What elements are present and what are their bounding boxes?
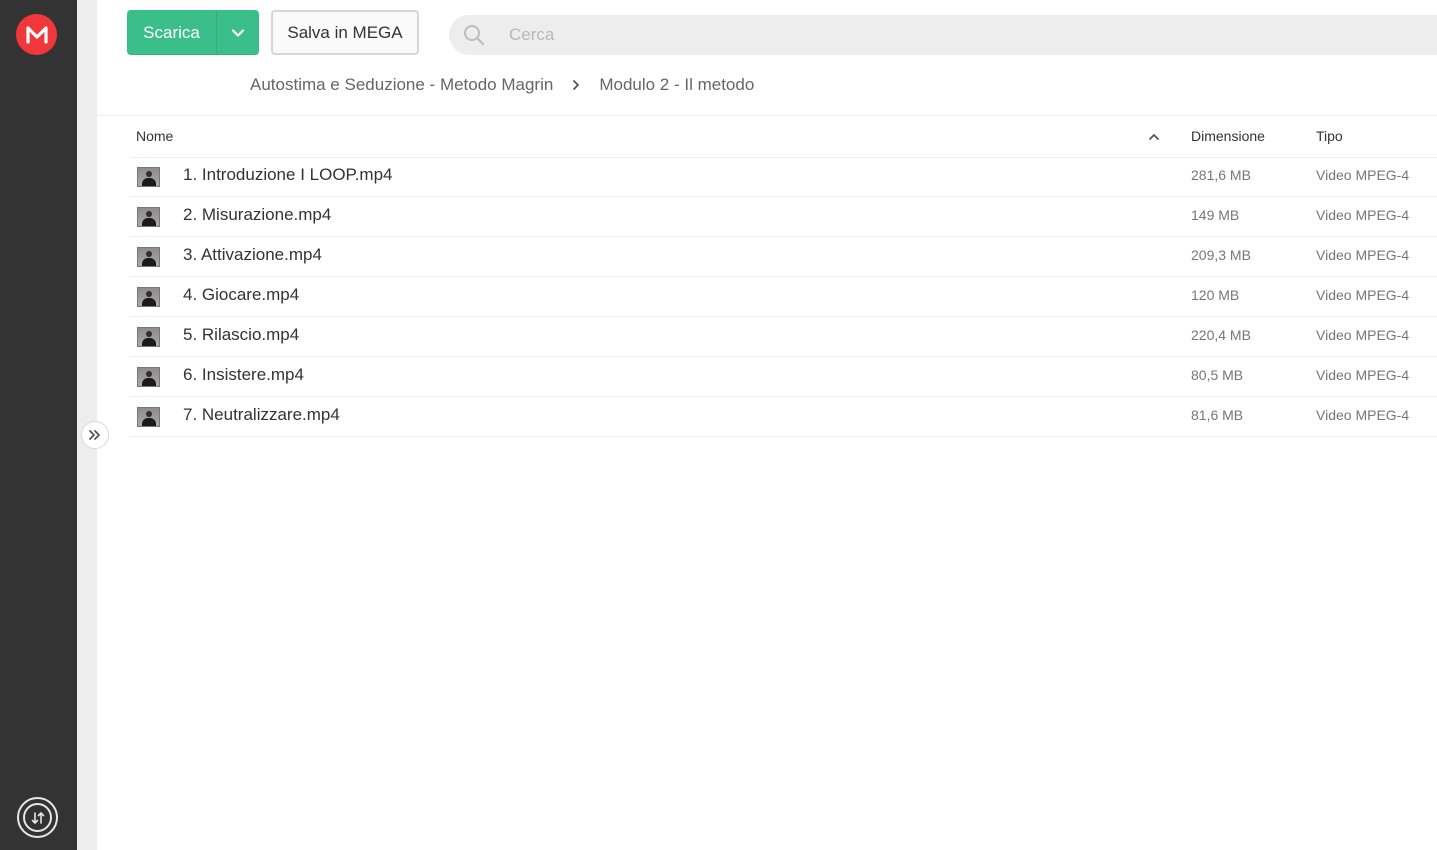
file-size: 80,5 MB: [1191, 367, 1244, 383]
file-type: Video MPEG-4: [1316, 167, 1410, 183]
file-type: Video MPEG-4: [1316, 407, 1410, 423]
file-name: 6. Insistere.mp4: [183, 365, 304, 384]
table-row[interactable]: 7. Neutralizzare.mp4 81,6 MB Video MPEG-…: [130, 397, 1437, 437]
file-size: 281,6 MB: [1191, 167, 1251, 183]
transfers-icon: [23, 803, 52, 832]
file-name: 2. Misurazione.mp4: [183, 205, 332, 224]
column-header-size[interactable]: Dimensione: [1191, 128, 1265, 144]
double-chevron-right-icon: [89, 430, 100, 440]
expand-sidebar-button[interactable]: [81, 421, 109, 449]
file-name: 5. Rilascio.mp4: [183, 325, 300, 344]
video-thumbnail-icon: [137, 167, 160, 187]
file-size: 209,3 MB: [1191, 247, 1251, 263]
transfers-button[interactable]: [17, 797, 58, 838]
table-row[interactable]: 2. Misurazione.mp4 149 MB Video MPEG-4: [130, 197, 1437, 237]
table-row[interactable]: 6. Insistere.mp4 80,5 MB Video MPEG-4: [130, 357, 1437, 397]
download-button[interactable]: Scarica: [127, 10, 259, 55]
video-thumbnail-icon: [137, 327, 160, 347]
file-type: Video MPEG-4: [1316, 247, 1410, 263]
download-button-label[interactable]: Scarica: [127, 10, 216, 55]
search-input[interactable]: [509, 15, 1409, 55]
video-thumbnail-icon: [137, 407, 160, 427]
file-type: Video MPEG-4: [1316, 207, 1410, 223]
video-thumbnail-icon: [137, 207, 160, 227]
breadcrumb-item-current[interactable]: Modulo 2 - Il metodo: [599, 75, 754, 95]
file-type: Video MPEG-4: [1316, 287, 1410, 303]
file-type: Video MPEG-4: [1316, 327, 1410, 343]
mega-logo-icon[interactable]: [16, 14, 57, 55]
table-header: Nome Dimensione Tipo: [130, 116, 1437, 158]
video-thumbnail-icon: [137, 247, 160, 267]
file-list: 1. Introduzione I LOOP.mp4 281,6 MB Vide…: [130, 157, 1437, 437]
file-size: 120 MB: [1191, 287, 1240, 303]
file-type: Video MPEG-4: [1316, 367, 1410, 383]
download-options-button[interactable]: [216, 10, 259, 55]
file-size: 149 MB: [1191, 207, 1240, 223]
breadcrumb: Autostima e Seduzione - Metodo Magrin Mo…: [250, 73, 754, 97]
search-icon: [464, 25, 485, 46]
table-row[interactable]: 1. Introduzione I LOOP.mp4 281,6 MB Vide…: [130, 157, 1437, 197]
sort-ascending-icon[interactable]: [1148, 131, 1160, 143]
file-name: 1. Introduzione I LOOP.mp4: [183, 165, 393, 184]
left-rail: [0, 0, 77, 850]
column-header-type[interactable]: Tipo: [1316, 128, 1343, 144]
column-header-name[interactable]: Nome: [136, 128, 173, 144]
file-size: 220,4 MB: [1191, 327, 1251, 343]
table-row[interactable]: 4. Giocare.mp4 120 MB Video MPEG-4: [130, 277, 1437, 317]
table-row[interactable]: 3. Attivazione.mp4 209,3 MB Video MPEG-4: [130, 237, 1437, 277]
save-to-mega-button[interactable]: Salva in MEGA: [271, 10, 419, 55]
video-thumbnail-icon: [137, 367, 160, 387]
file-name: 4. Giocare.mp4: [183, 285, 300, 304]
file-size: 81,6 MB: [1191, 407, 1244, 423]
chevron-right-icon: [572, 79, 580, 91]
file-name: 3. Attivazione.mp4: [183, 245, 322, 264]
breadcrumb-item-parent[interactable]: Autostima e Seduzione - Metodo Magrin: [250, 75, 553, 95]
table-row[interactable]: 5. Rilascio.mp4 220,4 MB Video MPEG-4: [130, 317, 1437, 357]
chevron-down-icon: [231, 28, 245, 37]
file-name: 7. Neutralizzare.mp4: [183, 405, 340, 424]
video-thumbnail-icon: [137, 287, 160, 307]
search-bar[interactable]: [449, 15, 1437, 55]
